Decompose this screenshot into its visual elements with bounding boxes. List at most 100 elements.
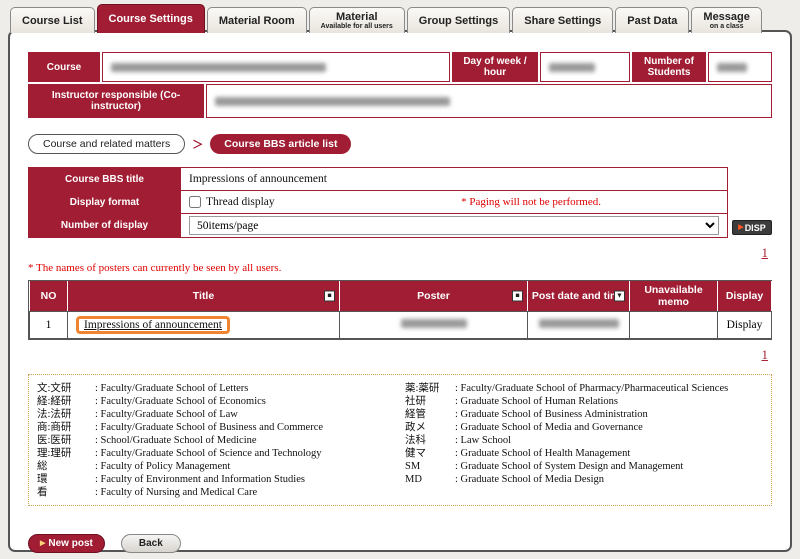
legend-item: SM: Graduate School of System Design and… [405,460,763,473]
tab-label: Material Room [219,15,295,27]
bbs-settings-form: Course BBS title Impressions of announce… [28,167,772,238]
course-label: Course [28,52,100,82]
breadcrumb-parent[interactable]: Course and related matters [28,134,185,154]
redacted-day-hour [549,63,595,72]
col-memo: Unavailable memo [630,281,718,311]
row-memo-cell [630,311,718,338]
redacted-course-name [111,63,326,72]
breadcrumb-separator-icon: ＞ [192,136,203,152]
title-select-checkbox-icon[interactable]: ■ [324,290,335,301]
tab-label: Past Data [627,15,677,27]
col-display-label: Display [726,290,763,302]
tab-label: Course List [22,15,83,27]
day-hour-value [540,52,630,82]
legend-item: 社研: Graduate School of Human Relations [405,395,763,408]
article-title-link[interactable]: Impressions of announcement [84,319,222,331]
pagination-top: 1 [28,244,772,260]
col-display: Display [718,281,772,311]
footer-buttons: ▶ New post Back [28,534,772,553]
main-panel: Course Day of week / hour Number of Stud… [8,30,792,552]
tab-material-room[interactable]: Material Room [207,7,307,33]
course-value [102,52,450,82]
paging-note: * Paging will not be performed. [461,196,601,208]
disp-button-label: DISP [745,223,766,233]
legend-item: 経:経研: Faculty/Graduate School of Economi… [37,395,405,408]
back-button[interactable]: Back [121,534,181,553]
tab-label: Material [336,11,378,23]
tab-course-list[interactable]: Course List [10,7,95,33]
legend-item: 総: Faculty of Policy Management [37,460,405,473]
legend-item: 経管: Graduate School of Business Administ… [405,408,763,421]
table-row: 1 Impressions of announcement Display [30,311,772,338]
number-of-display-select[interactable]: 50items/page [189,216,719,235]
tab-share-settings[interactable]: Share Settings [512,7,613,33]
new-post-arrow-icon: ▶ [40,540,45,547]
course-info-row: Course Day of week / hour Number of Stud… [28,52,772,82]
redacted-post-date [539,319,619,328]
redacted-instructor [215,97,450,106]
tab-label: Course Settings [109,13,193,25]
bbs-title-value: Impressions of announcement [181,168,728,191]
redacted-students [717,63,747,72]
page-link[interactable]: 1 [762,245,769,260]
legend-item: 法:法研: Faculty/Graduate School of Law [37,408,405,421]
display-format-label: Display format [29,191,181,214]
col-poster-label: Poster [417,290,450,302]
poster-select-checkbox-icon[interactable]: ■ [512,290,523,301]
tab-label: Share Settings [524,15,601,27]
col-no-label: NO [41,290,57,302]
students-label: Number of Students [632,52,706,82]
articles-table: NO Title ■ Poster ■ Post date and time ▼… [29,281,772,339]
legend-item: 環: Faculty of Environment and Informatio… [37,473,405,486]
tab-sublabel: Available for all users [321,23,393,31]
tab-group-settings[interactable]: Group Settings [407,7,510,33]
faculty-legend: 文:文研: Faculty/Graduate School of Letters… [28,374,772,506]
day-hour-label: Day of week / hour [452,52,538,82]
col-title: Title ■ [68,281,340,311]
row-display-cell: Display [718,311,772,338]
number-of-display-label: Number of display [29,214,181,238]
row-title-cell: Impressions of announcement [68,311,340,338]
col-poster: Poster ■ [340,281,528,311]
legend-left-column: 文:文研: Faculty/Graduate School of Letters… [37,382,405,499]
breadcrumb: Course and related matters ＞ Course BBS … [28,134,772,154]
redacted-poster [401,319,467,328]
bbs-title-label: Course BBS title [29,168,181,191]
tab-bar: Course List Course Settings Material Roo… [10,4,762,33]
tab-course-settings[interactable]: Course Settings [97,4,205,33]
page-link[interactable]: 1 [762,347,769,362]
legend-item: 看: Faculty of Nursing and Medical Care [37,486,405,499]
legend-item: 健マ: Graduate School of Health Management [405,447,763,460]
breadcrumb-current: Course BBS article list [210,134,351,154]
legend-right-column: 薬:薬研: Faculty/Graduate School of Pharmac… [405,382,763,499]
row-date-cell [528,311,630,338]
students-value [708,52,772,82]
sort-desc-icon[interactable]: ▼ [614,290,625,301]
tab-message[interactable]: Message on a class [691,7,761,33]
legend-item: 法科: Law School [405,434,763,447]
articles-header-row: NO Title ■ Poster ■ Post date and time ▼… [30,281,772,311]
instructor-info-row: Instructor responsible (Co-instructor) [28,84,772,118]
legend-item: 文:文研: Faculty/Graduate School of Letters [37,382,405,395]
posters-note: * The names of posters can currently be … [28,262,772,277]
tab-past-data[interactable]: Past Data [615,7,689,33]
legend-item: 薬:薬研: Faculty/Graduate School of Pharmac… [405,382,763,395]
articles-table-wrap: NO Title ■ Poster ■ Post date and time ▼… [28,280,772,340]
legend-item: 政メ: Graduate School of Media and Governa… [405,421,763,434]
legend-item: MD: Graduate School of Media Design [405,473,763,486]
new-post-label: New post [48,538,92,549]
pagination-bottom: 1 [28,346,772,362]
new-post-button[interactable]: ▶ New post [28,534,105,553]
col-title-label: Title [193,290,214,302]
col-no: NO [30,281,68,311]
thread-display-checkbox[interactable] [189,196,201,208]
disp-button[interactable]: ▶ DISP [732,220,772,235]
tab-material[interactable]: Material Available for all users [309,7,405,33]
row-no: 1 [30,311,68,338]
row-poster-cell [340,311,528,338]
tab-sublabel: on a class [710,23,744,31]
instructor-value [206,84,772,118]
col-memo-label: Unavailable memo [644,284,702,308]
legend-item: 商:商研: Faculty/Graduate School of Busines… [37,421,405,434]
highlight-box: Impressions of announcement [76,316,230,334]
